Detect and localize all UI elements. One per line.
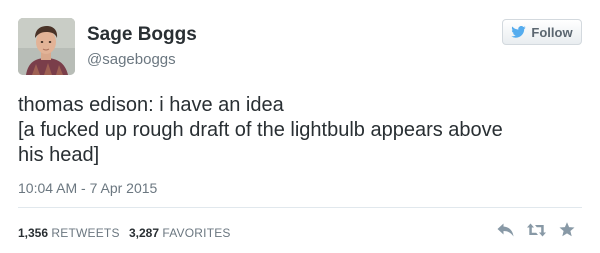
tweet-text-line: thomas edison: i have an idea xyxy=(18,94,284,116)
follow-button[interactable]: Follow xyxy=(502,19,582,45)
favorite-icon[interactable] xyxy=(559,222,575,237)
favorite-stat[interactable]: 3,287 FAVORITES xyxy=(129,226,231,240)
tweet-actions xyxy=(497,222,575,237)
retweet-stat[interactable]: 1,356 RETWEETS xyxy=(18,226,123,240)
divider xyxy=(18,207,582,208)
tweet-card: Sage Boggs @sageboggs Follow thomas edis… xyxy=(0,0,600,253)
tweet-timestamp[interactable]: 10:04 AM - 7 Apr 2015 xyxy=(18,180,157,196)
reply-icon[interactable] xyxy=(497,223,514,237)
favorite-label: FAVORITES xyxy=(162,226,231,240)
display-name[interactable]: Sage Boggs xyxy=(87,24,197,46)
retweet-count: 1,356 xyxy=(18,226,49,240)
favorite-count: 3,287 xyxy=(129,226,160,240)
screen-name[interactable]: @sageboggs xyxy=(87,51,176,68)
profile-photo-icon xyxy=(18,18,75,75)
tweet-text-line: his head] xyxy=(18,144,100,166)
retweet-icon[interactable] xyxy=(527,223,546,237)
tweet-text: thomas edison: i have an idea [a fucked … xyxy=(18,93,578,168)
twitter-bird-icon xyxy=(511,26,527,38)
follow-button-label: Follow xyxy=(531,24,573,40)
retweet-label: RETWEETS xyxy=(51,226,120,240)
avatar[interactable] xyxy=(18,18,75,75)
tweet-text-line: [a fucked up rough draft of the lightbul… xyxy=(18,119,503,141)
tweet-stats: 1,356 RETWEETS 3,287 FAVORITES xyxy=(18,226,237,240)
